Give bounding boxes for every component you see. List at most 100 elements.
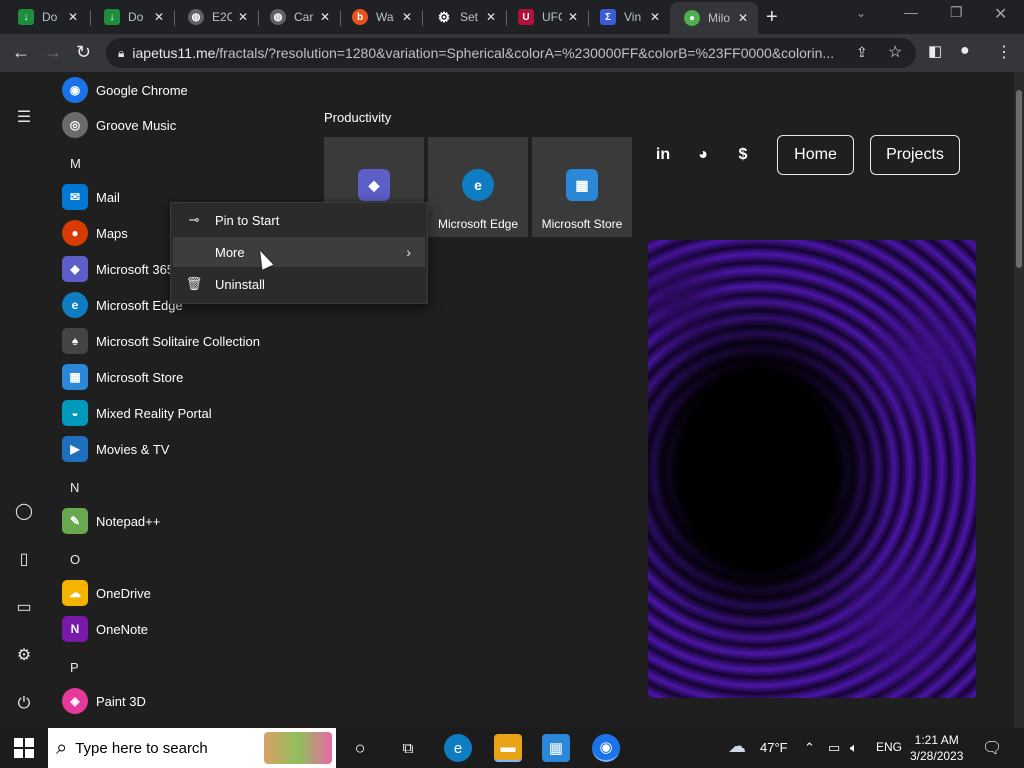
chrome-taskbar-icon[interactable]: ◉ [592, 734, 620, 762]
letter-header-p[interactable]: P [70, 660, 79, 675]
close-icon[interactable]: ✕ [154, 10, 164, 24]
app-microsoft-solitaire[interactable]: ♠ Microsoft Solitaire Collection [60, 323, 310, 359]
app-onedrive[interactable]: ☁ OneDrive [60, 575, 310, 611]
groove-music-icon: ◎ [62, 112, 88, 138]
clock-time: 1:21 AM [914, 733, 959, 747]
reload-icon[interactable]: ↻ [76, 42, 91, 63]
browser-toolbar: ← → ↻ 🔒︎ iapetus11.me/fractals/?resoluti… [0, 34, 1024, 72]
url-text[interactable]: iapetus11.me/fractals/?resolution=1280&v… [132, 45, 852, 61]
close-icon[interactable]: ✕ [320, 10, 330, 24]
side-panel-icon[interactable]: ◧ [928, 42, 942, 60]
user-account-icon[interactable]: ◯ [12, 500, 36, 524]
tile-microsoft-edge[interactable]: e Microsoft Edge [428, 137, 528, 237]
letter-header-n[interactable]: N [70, 480, 79, 495]
context-item-pin-to-start[interactable]: ⊸ Pin to Start [173, 205, 425, 235]
letter-header-m[interactable]: M [70, 156, 81, 171]
tab-milo-active[interactable]: ● Milo ✕ [670, 2, 758, 34]
weather-cloud-icon[interactable]: ☁ [728, 736, 746, 757]
show-hidden-icons-chevron-icon[interactable]: ⌃ [804, 740, 815, 756]
new-tab-button[interactable]: + [766, 6, 778, 29]
movies-play-icon: ▶ [62, 436, 88, 462]
hamburger-menu-icon[interactable]: ☰ [12, 106, 36, 130]
weather-temperature[interactable]: 47°F [760, 740, 788, 755]
linkedin-icon[interactable]: in [650, 143, 676, 167]
forward-arrow-icon[interactable]: → [44, 42, 62, 63]
microsoft-365-icon: ◆ [62, 256, 88, 282]
globe-icon: ◍ [270, 9, 286, 25]
projects-nav-button[interactable]: Projects [870, 135, 960, 175]
app-mixed-reality-portal[interactable]: ◒ Mixed Reality Portal [60, 395, 310, 431]
file-explorer-icon[interactable]: ▬ [494, 734, 522, 762]
close-icon[interactable]: ✕ [68, 10, 78, 24]
tab-e2c[interactable]: ◍ E2C ✕ [174, 4, 258, 30]
app-paint-3d[interactable]: ◈ Paint 3D [60, 683, 310, 719]
fractal-image [648, 240, 976, 698]
discord-icon[interactable]: ◕ [690, 143, 716, 167]
tab-settings[interactable]: ⚙ Set ✕ [422, 4, 506, 30]
app-notepad-plus-plus[interactable]: ✎ Notepad++ [60, 503, 310, 539]
lock-icon[interactable]: 🔒︎ [118, 46, 124, 61]
context-item-uninstall[interactable]: 🗑︎ Uninstall [173, 269, 425, 299]
home-nav-button[interactable]: Home [777, 135, 854, 175]
tab-strip: ↓ Do ✕ ↓ Do ✕ ◍ E2C ✕ ◍ Car ✕ b Wa ✕ ⚙ S… [0, 0, 1024, 34]
notifications-icon[interactable]: 🗨︎ [982, 738, 1002, 758]
trash-icon: 🗑︎ [185, 276, 203, 291]
address-bar[interactable]: 🔒︎ iapetus11.me/fractals/?resolution=128… [106, 38, 916, 68]
paint-3d-icon: ◈ [62, 688, 88, 714]
app-movies-tv[interactable]: ▶ Movies & TV [60, 431, 310, 467]
profile-icon[interactable]: ● [960, 42, 970, 60]
tab-search-chevron-icon[interactable]: ⌄ [856, 6, 866, 20]
close-icon[interactable]: ✕ [568, 10, 578, 24]
tab-ufc[interactable]: U UFC ✕ [504, 4, 588, 30]
notepad-plus-plus-icon: ✎ [62, 508, 88, 534]
close-icon[interactable]: ✕ [486, 10, 496, 24]
app-onenote[interactable]: N OneNote [60, 611, 310, 647]
microsoft-store-taskbar-icon[interactable]: ▦ [542, 734, 570, 762]
pictures-icon[interactable]: ▭ [12, 596, 36, 620]
documents-icon[interactable]: ▯ [12, 548, 36, 572]
app-groove-music[interactable]: ◎ Groove Music [60, 107, 310, 143]
tab-vin[interactable]: Σ Vin ✕ [586, 4, 670, 30]
settings-gear-icon[interactable]: ⚙ [12, 644, 36, 668]
onedrive-cloud-icon: ☁ [62, 580, 88, 606]
task-view-icon[interactable]: ⧉ [394, 734, 422, 762]
page-scrollbar-thumb[interactable] [1016, 90, 1022, 268]
close-window-icon[interactable]: ✕ [994, 4, 1007, 24]
power-icon[interactable]: ⏻ [12, 692, 36, 716]
share-icon[interactable]: ⇪ [856, 44, 868, 61]
taskbar-search-box[interactable]: ⌕ Type here to search [48, 728, 336, 768]
dollar-icon[interactable]: $ [730, 143, 756, 167]
bookmark-star-icon[interactable]: ☆ [888, 42, 902, 62]
tab-wa[interactable]: b Wa ✕ [338, 4, 422, 30]
volume-icon[interactable]: 🔈︎ [850, 740, 858, 756]
letter-header-o[interactable]: O [70, 552, 80, 567]
onenote-icon: N [62, 616, 88, 642]
windows-start-icon[interactable] [14, 738, 34, 758]
tab-car[interactable]: ◍ Car ✕ [256, 4, 340, 30]
taskbar-clock[interactable]: 1:21 AM 3/28/2023 [910, 732, 963, 764]
close-icon[interactable]: ✕ [738, 11, 748, 25]
close-icon[interactable]: ✕ [402, 10, 412, 24]
network-icon[interactable]: ▭ [828, 740, 840, 756]
cortana-icon[interactable]: ○ [346, 734, 374, 762]
download-icon: ↓ [104, 9, 120, 25]
back-arrow-icon[interactable]: ← [12, 42, 30, 63]
app-microsoft-store[interactable]: ▦ Microsoft Store [60, 359, 310, 395]
close-icon[interactable]: ✕ [238, 10, 248, 24]
ufc-icon: U [518, 9, 534, 25]
edge-icon: e [462, 169, 494, 201]
app-google-chrome[interactable]: ◉ Google Chrome [60, 72, 310, 108]
kebab-menu-icon[interactable]: ⋮ [996, 42, 1012, 62]
edge-taskbar-icon[interactable]: e [444, 734, 472, 762]
tile-microsoft-store[interactable]: ▦ Microsoft Store [532, 137, 632, 237]
restore-icon[interactable]: ❐ [950, 4, 963, 21]
tab-download-1[interactable]: ↓ Do ✕ [4, 4, 88, 30]
minimize-icon[interactable]: — [904, 4, 918, 20]
language-indicator[interactable]: ENG [876, 740, 902, 754]
maps-pin-icon: ● [62, 220, 88, 246]
productivity-group-header[interactable]: Productivity [324, 110, 391, 125]
tab-download-2[interactable]: ↓ Do ✕ [90, 4, 174, 30]
close-icon[interactable]: ✕ [650, 10, 660, 24]
context-item-more[interactable]: More › [173, 237, 425, 267]
store-bag-icon: ▦ [566, 169, 598, 201]
